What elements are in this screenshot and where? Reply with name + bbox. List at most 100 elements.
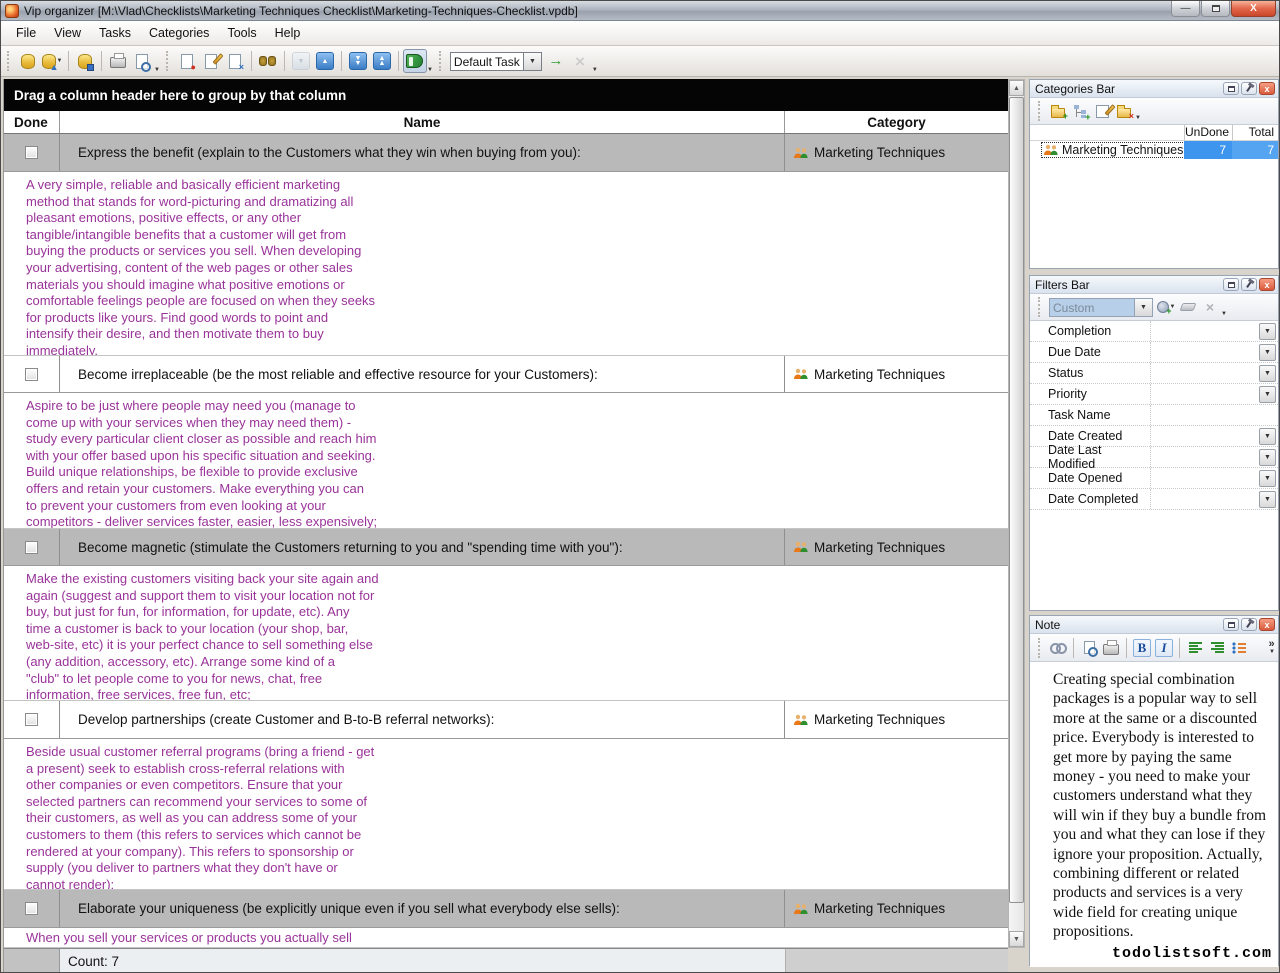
delete-filter-button[interactable]: × [1199, 296, 1221, 318]
menu-file[interactable]: File [7, 23, 45, 43]
title-bar[interactable]: Vip organizer [M:\Vlad\Checklists\Market… [1, 1, 1280, 21]
find-button[interactable] [256, 49, 280, 73]
menu-help[interactable]: Help [266, 23, 310, 43]
panel-pin-button[interactable] [1241, 278, 1257, 291]
filter-preset-value[interactable]: Custom [1049, 298, 1135, 317]
filter-dropdown[interactable]: ▼ [1259, 365, 1276, 382]
filter-dropdown[interactable]: ▼ [1259, 344, 1276, 361]
delete-template-button[interactable]: × [568, 49, 592, 73]
note-preview-button[interactable] [1078, 637, 1100, 659]
table-row[interactable]: Elaborate your uniqueness (be explicitly… [4, 890, 1008, 928]
menu-tools[interactable]: Tools [218, 23, 265, 43]
done-checkbox[interactable] [25, 713, 38, 726]
italic-button[interactable]: I [1153, 637, 1175, 659]
filter-value[interactable] [1150, 342, 1257, 362]
note-editor[interactable]: Creating special combination packages is… [1030, 662, 1278, 967]
total-column-header[interactable]: Total [1232, 125, 1278, 140]
panel-close-button[interactable]: x [1259, 618, 1275, 631]
close-button[interactable]: X [1231, 1, 1276, 17]
notes-toggle-button[interactable] [403, 49, 427, 73]
task-template-combo[interactable]: Default Task ▼ [450, 52, 542, 71]
done-checkbox[interactable] [25, 146, 38, 159]
move-up-button[interactable]: ▲ [313, 49, 337, 73]
scroll-down-button[interactable]: ▼ [1009, 931, 1024, 947]
note-print-button[interactable] [1100, 637, 1122, 659]
categories-bar-titlebar[interactable]: Categories Bar x [1030, 80, 1278, 98]
minimize-button[interactable]: — [1171, 1, 1200, 17]
filter-dropdown[interactable]: ▼ [1259, 386, 1276, 403]
edit-category-button[interactable] [1091, 100, 1113, 122]
move-down-button[interactable]: ▼ [289, 49, 313, 73]
filter-value[interactable] [1150, 489, 1257, 509]
table-row[interactable]: Express the benefit (explain to the Cust… [4, 134, 1008, 172]
toolbar-grip[interactable] [439, 51, 444, 71]
group-by-dropzone[interactable]: Drag a column header here to group by th… [4, 79, 1008, 111]
filters-overflow-caret[interactable]: ▼ [1221, 311, 1227, 317]
panel-restore-button[interactable] [1223, 278, 1239, 291]
menu-tasks[interactable]: Tasks [90, 23, 140, 43]
category-row[interactable]: Marketing Techniques 7 7 [1030, 141, 1278, 159]
align-left-button[interactable] [1184, 637, 1206, 659]
restore-button[interactable] [1201, 1, 1230, 17]
clear-filter-button[interactable] [1177, 296, 1199, 318]
scroll-up-button[interactable]: ▲ [1009, 80, 1024, 96]
note-titlebar[interactable]: Note x [1030, 616, 1278, 634]
open-database-button[interactable]: ▲▼ [40, 49, 64, 73]
table-row[interactable]: Develop partnerships (create Customer an… [4, 701, 1008, 739]
filter-value[interactable] [1150, 468, 1257, 488]
template-overflow-caret[interactable]: ▼ [592, 67, 598, 73]
save-filter-button[interactable]: +▼ [1155, 296, 1177, 318]
filter-preset-dropdown[interactable]: ▼ [1135, 298, 1153, 317]
filter-dropdown[interactable]: ▼ [1259, 470, 1276, 487]
scroll-thumb[interactable] [1009, 97, 1024, 903]
filter-dropdown[interactable]: ▼ [1259, 323, 1276, 340]
edit-task-button[interactable] [199, 49, 223, 73]
bold-button[interactable]: B [1131, 637, 1153, 659]
filter-value[interactable] [1150, 321, 1257, 341]
menu-view[interactable]: View [45, 23, 90, 43]
table-row[interactable]: Become magnetic (stimulate the Customers… [4, 529, 1008, 566]
panel-pin-button[interactable] [1241, 82, 1257, 95]
task-template-dropdown[interactable]: ▼ [524, 52, 542, 71]
align-right-button[interactable] [1206, 637, 1228, 659]
panel-close-button[interactable]: x [1259, 82, 1275, 95]
delete-task-button[interactable]: × [223, 49, 247, 73]
save-database-button[interactable] [73, 49, 97, 73]
done-checkbox[interactable] [25, 541, 38, 554]
note-toolbar-overflow[interactable]: »▼ [1268, 640, 1275, 656]
toolbar-grip[interactable] [1038, 101, 1043, 121]
task-template-value[interactable]: Default Task [450, 52, 524, 71]
undone-column-header[interactable]: UnDone [1184, 125, 1232, 140]
filter-dropdown[interactable]: ▼ [1259, 449, 1276, 466]
column-header-done[interactable]: Done [4, 111, 60, 133]
toolbar-grip[interactable] [166, 51, 171, 71]
bullet-list-button[interactable] [1228, 637, 1250, 659]
notes-dropdown-caret[interactable]: ▼ [427, 67, 433, 73]
delete-category-button[interactable]: × [1113, 100, 1135, 122]
table-row[interactable]: Become irreplaceable (be the most reliab… [4, 356, 1008, 393]
panel-restore-button[interactable] [1223, 82, 1239, 95]
print-button[interactable] [106, 49, 130, 73]
filter-preset-combo[interactable]: Custom ▼ [1049, 298, 1153, 317]
apply-template-button[interactable]: → [544, 49, 568, 73]
panel-restore-button[interactable] [1223, 618, 1239, 631]
new-task-button[interactable]: ● [175, 49, 199, 73]
filter-value[interactable] [1150, 363, 1257, 383]
filter-dropdown[interactable]: ▼ [1259, 428, 1276, 445]
column-header-category[interactable]: Category [785, 111, 1008, 133]
vertical-scrollbar[interactable]: ▲ ▼ [1008, 79, 1025, 948]
new-subcategory-button[interactable]: + [1069, 100, 1091, 122]
move-to-top-button[interactable]: ▲▲ [370, 49, 394, 73]
column-header-name[interactable]: Name [60, 111, 785, 133]
toolbar-grip[interactable] [7, 51, 12, 71]
menu-categories[interactable]: Categories [140, 23, 218, 43]
filter-value[interactable] [1150, 426, 1257, 446]
panel-close-button[interactable]: x [1259, 278, 1275, 291]
filter-value[interactable] [1150, 405, 1278, 425]
print-dropdown-caret[interactable]: ▼ [154, 67, 160, 73]
move-to-bottom-button[interactable]: ▼▼ [346, 49, 370, 73]
categories-overflow-caret[interactable]: ▼ [1135, 115, 1141, 121]
toolbar-grip[interactable] [1038, 638, 1043, 658]
print-preview-button[interactable] [130, 49, 154, 73]
filters-bar-titlebar[interactable]: Filters Bar x [1030, 276, 1278, 294]
